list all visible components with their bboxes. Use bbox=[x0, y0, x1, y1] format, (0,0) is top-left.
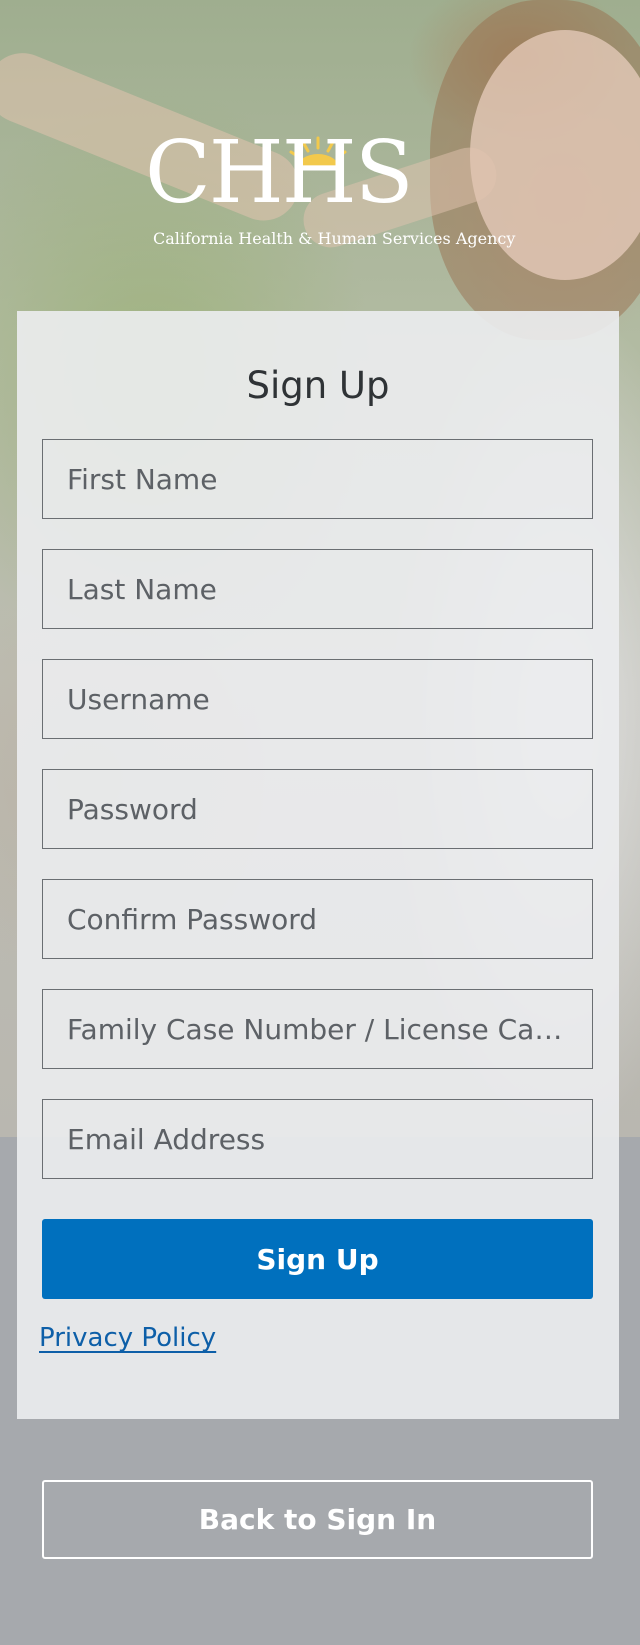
logo-wordmark: CHHS bbox=[145, 123, 414, 223]
page-title: Sign Up bbox=[246, 364, 390, 407]
signup-card: Sign Up Sign Up Privacy Policy bbox=[17, 311, 619, 1419]
first-name-input[interactable] bbox=[42, 439, 593, 519]
sign-up-button[interactable]: Sign Up bbox=[42, 1219, 593, 1299]
chhs-logo: CHHS California Health & Human Services … bbox=[145, 123, 515, 255]
email-input[interactable] bbox=[42, 1099, 593, 1179]
privacy-policy-link[interactable]: Privacy Policy bbox=[39, 1321, 216, 1355]
username-input[interactable] bbox=[42, 659, 593, 739]
last-name-input[interactable] bbox=[42, 549, 593, 629]
logo-tagline: California Health & Human Services Agenc… bbox=[153, 229, 516, 248]
password-input[interactable] bbox=[42, 769, 593, 849]
back-to-sign-in-button[interactable]: Back to Sign In bbox=[42, 1480, 593, 1559]
confirm-password-input[interactable] bbox=[42, 879, 593, 959]
case-number-input[interactable] bbox=[42, 989, 593, 1069]
